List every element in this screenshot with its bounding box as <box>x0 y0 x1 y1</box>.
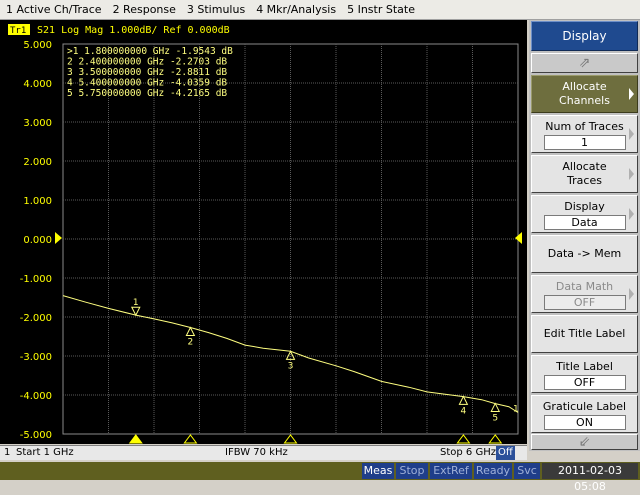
channel-number: 1 <box>4 447 11 458</box>
chevron-right-icon <box>629 168 634 180</box>
softkey-title-display[interactable]: Display <box>531 21 638 51</box>
y-tick-label: -3.000 <box>20 352 52 363</box>
softkey-up-arrow-icon[interactable]: ⇗ <box>531 53 638 73</box>
channel-status-bar: 1 Start 1 GHz IFBW 70 kHz Stop 6 GHz Off <box>0 445 527 460</box>
y-tick-label: 3.000 <box>23 118 52 129</box>
softkey-edit-title-label[interactable]: Edit Title Label <box>531 315 638 353</box>
status-clock: 2011-02-03 05:08 <box>542 463 638 493</box>
graticule <box>62 43 519 435</box>
output-off-badge[interactable]: Off <box>496 446 515 460</box>
chevron-right-icon <box>629 128 634 140</box>
ref-left-arrow-icon <box>55 232 62 244</box>
softkey-allocate-traces-line2: Traces <box>567 174 602 187</box>
menu-response[interactable]: 2 Response <box>107 3 181 16</box>
marker-label-2: 2 <box>188 338 194 348</box>
softkey-graticule-label[interactable]: Graticule Label ON <box>531 395 638 433</box>
trace-plot[interactable]: Tr1 S21 Log Mag 1.000dB/ Ref 0.000dB >1 … <box>0 20 527 444</box>
marker-label-4: 4 <box>461 406 467 416</box>
graticule-label-value: ON <box>543 415 626 430</box>
num-of-traces-label: Num of Traces <box>545 120 624 133</box>
status-stop: Stop <box>396 463 428 479</box>
display-mode-label: Display <box>564 200 605 213</box>
marker-readout-3: 3 3.500000000 GHz -2.8811 dB <box>67 67 227 78</box>
softkey-num-of-traces[interactable]: Num of Traces 1 <box>531 115 638 153</box>
softkey-panel: Display ⇗ Allocate Channels Num of Trace… <box>529 20 640 451</box>
stimulus-marker-3 <box>283 434 298 444</box>
marker-label-5: 5 <box>492 413 498 423</box>
stimulus-marker-5 <box>488 434 503 444</box>
y-tick-label: 1.000 <box>23 196 52 207</box>
marker-label-1: 1 <box>133 298 139 308</box>
status-ready: Ready <box>474 463 512 479</box>
y-tick-label: 0.000 <box>23 235 52 246</box>
stimulus-marker-4 <box>456 434 471 444</box>
stop-frequency[interactable]: Stop 6 GHz <box>440 446 496 460</box>
y-tick-label: -2.000 <box>20 313 52 324</box>
marker-readout-1: >1 1.800000000 GHz -1.9543 dB <box>67 46 233 57</box>
status-extref: ExtRef <box>430 463 472 479</box>
menu-bar: 1 Active Ch/Trace 2 Response 3 Stimulus … <box>0 0 640 20</box>
title-label-label: Title Label <box>556 360 613 373</box>
trace-header: S21 Log Mag 1.000dB/ Ref 0.000dB <box>37 25 230 36</box>
softkey-allocate-channels-line2: Channels <box>559 94 610 107</box>
softkey-data-to-mem[interactable]: Data -> Mem <box>531 235 638 273</box>
chevron-right-icon <box>629 208 634 220</box>
menu-active-ch-trace[interactable]: 1 Active Ch/Trace <box>0 3 107 16</box>
marker-label-3: 3 <box>288 361 294 371</box>
trace-end-marker: 1 <box>513 405 519 415</box>
trace-id: Tr1 <box>10 26 26 36</box>
status-meas: Meas <box>362 463 394 479</box>
marker-readout-2: 2 2.400000000 GHz -2.2703 dB <box>67 57 227 68</box>
y-tick-label: -4.000 <box>20 391 52 402</box>
stimulus-markers <box>128 434 503 444</box>
y-tick-label: 5.000 <box>23 40 52 51</box>
softkey-allocate-traces-line1: Allocate <box>562 160 607 173</box>
y-tick-label: 2.000 <box>23 157 52 168</box>
y-tick-label: 4.000 <box>23 79 52 90</box>
stimulus-marker-2 <box>183 434 198 444</box>
chevron-right-icon <box>629 88 634 100</box>
softkey-display-mode[interactable]: Display Data <box>531 195 638 233</box>
title-label-value: OFF <box>543 375 626 390</box>
marker-table: >1 1.800000000 GHz -1.9543 dB 2 2.400000… <box>67 46 233 99</box>
ifbw[interactable]: IFBW 70 kHz <box>225 446 288 460</box>
plot-area[interactable]: Tr1 S21 Log Mag 1.000dB/ Ref 0.000dB >1 … <box>0 20 527 444</box>
graticule-label-label: Graticule Label <box>542 400 627 413</box>
marker-triangle-4 <box>458 395 469 405</box>
softkey-down-arrow-icon[interactable]: ⇙ <box>531 434 638 450</box>
softkey-data-math[interactable]: Data Math OFF <box>531 275 638 313</box>
instrument-status-bar: Meas Stop ExtRef Ready Svc 2011-02-03 05… <box>0 462 640 493</box>
menu-instr-state[interactable]: 5 Instr State <box>341 3 420 16</box>
menu-mkr-analysis[interactable]: 4 Mkr/Analysis <box>250 3 341 16</box>
marker-readout-5: 5 5.750000000 GHz -4.2165 dB <box>67 88 227 99</box>
y-axis-labels: 5.000 4.000 3.000 2.000 1.000 0.000 -1.000 -2.0… <box>20 40 52 441</box>
softkey-title-label[interactable]: Title Label OFF <box>531 355 638 393</box>
data-math-label: Data Math <box>555 280 614 293</box>
data-math-value: OFF <box>543 295 626 310</box>
start-frequency[interactable]: Start 1 GHz <box>16 446 74 460</box>
stimulus-marker-1 <box>128 434 143 444</box>
softkey-allocate-traces[interactable]: Allocate Traces <box>531 155 638 193</box>
softkey-allocate-channels-line1: Allocate <box>562 80 607 93</box>
marker-readout-4: 4 5.400000000 GHz -4.0359 dB <box>67 78 227 89</box>
y-tick-label: -1.000 <box>20 274 52 285</box>
display-mode-value: Data <box>543 215 626 230</box>
chevron-right-icon <box>629 288 634 300</box>
menu-stimulus[interactable]: 3 Stimulus <box>181 3 250 16</box>
softkey-allocate-channels[interactable]: Allocate Channels <box>531 75 638 113</box>
num-of-traces-value: 1 <box>543 135 626 150</box>
y-tick-label: -5.000 <box>20 430 52 441</box>
status-svc: Svc <box>514 463 540 479</box>
